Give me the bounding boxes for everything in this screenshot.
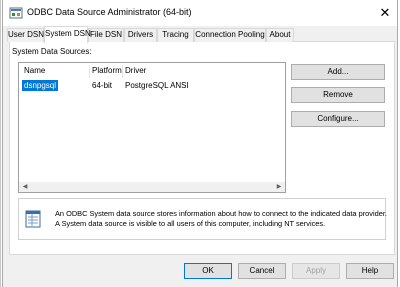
scroll-left-icon[interactable]: ◀ — [20, 182, 30, 192]
window-title: ODBC Data Source Administrator (64-bit) — [27, 7, 192, 17]
info-box: An ODBC System data source stores inform… — [18, 198, 387, 240]
close-button[interactable]: ✕ — [373, 1, 397, 25]
remove-button[interactable]: Remove — [291, 87, 385, 103]
configure-button[interactable]: Configure... — [291, 111, 385, 127]
data-sources-list[interactable]: Name Platform Driver dsnpgsql 64-bit Pos… — [18, 62, 286, 193]
background-window-edge — [0, 0, 1, 287]
tab-user-dsn[interactable]: User DSN — [7, 28, 44, 42]
tab-file-dsn[interactable]: File DSN — [88, 28, 124, 42]
cancel-button[interactable]: Cancel — [238, 263, 286, 279]
tab-system-dsn[interactable]: System DSN — [44, 26, 91, 43]
apply-button: Apply — [292, 263, 340, 279]
odbc-admin-window: ODBC Data Source Administrator (64-bit) … — [2, 0, 398, 287]
data-source-icon — [25, 210, 41, 228]
list-item-driver: PostgreSQL ANSI — [125, 81, 189, 90]
info-line-1: An ODBC System data source stores inform… — [55, 209, 387, 218]
horizontal-scrollbar[interactable]: ◀ ▶ — [19, 182, 285, 192]
ok-button[interactable]: OK — [184, 263, 232, 279]
tab-connection-pooling[interactable]: Connection Pooling — [194, 28, 266, 42]
info-description: An ODBC System data source stores inform… — [55, 209, 387, 229]
system-data-sources-label: System Data Sources: — [12, 47, 92, 56]
column-divider[interactable] — [89, 65, 90, 78]
column-header-name[interactable]: Name — [24, 66, 45, 75]
column-divider[interactable] — [122, 65, 123, 78]
close-icon: ✕ — [379, 5, 391, 20]
title-bar[interactable]: ODBC Data Source Administrator (64-bit) … — [3, 0, 397, 26]
tab-tracing[interactable]: Tracing — [157, 28, 194, 42]
help-button[interactable]: Help — [346, 263, 394, 279]
add-button[interactable]: Add... — [291, 64, 385, 80]
odbc-app-icon — [9, 7, 23, 19]
info-line-2: A System data source is visible to all u… — [55, 219, 326, 228]
column-header-platform[interactable]: Platform — [92, 66, 122, 75]
list-item-name[interactable]: dsnpgsql — [20, 79, 60, 92]
tab-about[interactable]: About — [266, 28, 294, 42]
scroll-right-icon[interactable]: ▶ — [274, 182, 284, 192]
tab-drivers[interactable]: Drivers — [124, 28, 157, 42]
column-header-driver[interactable]: Driver — [125, 66, 146, 75]
list-item-platform: 64-bit — [92, 81, 113, 90]
